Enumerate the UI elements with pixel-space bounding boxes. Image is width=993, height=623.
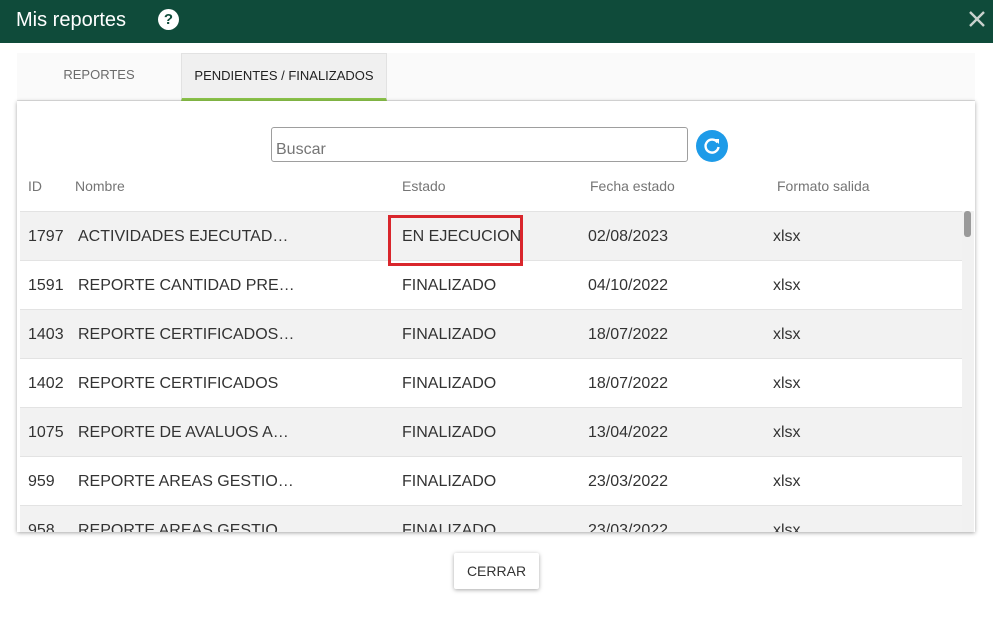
row-date: 18/07/2022 — [588, 375, 669, 392]
row-name: REPORTE AREAS GESTIO… — [78, 473, 294, 490]
row-id: 1075 — [28, 424, 64, 441]
column-header-format[interactable]: Formato salida — [777, 178, 870, 194]
refresh-icon — [704, 138, 720, 154]
row-state: FINALIZADO — [402, 326, 497, 343]
refresh-button[interactable] — [696, 130, 728, 162]
reports-panel: ID Nombre Estado Fecha estado Formato sa… — [17, 101, 975, 532]
row-state: FINALIZADO — [402, 424, 497, 441]
close-button[interactable]: CERRAR — [454, 553, 539, 589]
table-row[interactable]: 1075 REPORTE DE AVALUOS A… FINALIZADO 13… — [20, 407, 962, 456]
row-id: 1797 — [28, 228, 64, 245]
column-header-name[interactable]: Nombre — [75, 178, 125, 194]
row-state: FINALIZADO — [402, 522, 497, 532]
row-name: REPORTE DE AVALUOS A… — [78, 424, 289, 441]
window-title: Mis reportes — [16, 9, 127, 31]
tab-pendientes-finalizados[interactable]: PENDIENTES / FINALIZADOS — [181, 53, 387, 101]
row-format: xlsx — [773, 424, 801, 441]
row-name: REPORTE CANTIDAD PRE… — [78, 277, 295, 294]
row-format: xlsx — [773, 228, 801, 245]
row-state: FINALIZADO — [402, 375, 497, 392]
row-name: REPORTE AREAS GESTIO… — [78, 522, 294, 532]
row-format: xlsx — [773, 277, 801, 294]
table-row[interactable]: 1402 REPORTE CERTIFICADOS FINALIZADO 18/… — [20, 358, 962, 407]
row-state: FINALIZADO — [402, 473, 497, 490]
row-name: ACTIVIDADES EJECUTAD… — [78, 228, 289, 245]
close-icon[interactable] — [966, 6, 988, 32]
title-bar: Mis reportes ? — [0, 0, 993, 43]
row-name: REPORTE CERTIFICADOS — [78, 375, 279, 392]
row-format: xlsx — [773, 473, 801, 490]
row-date: 02/08/2023 — [588, 228, 669, 245]
row-format: xlsx — [773, 522, 801, 532]
row-id: 959 — [28, 473, 55, 490]
tab-bar: REPORTES PENDIENTES / FINALIZADOS — [17, 53, 975, 101]
row-format: xlsx — [773, 375, 801, 392]
table-row[interactable]: 1591 REPORTE CANTIDAD PRE… FINALIZADO 04… — [20, 260, 962, 309]
column-header-id[interactable]: ID — [28, 178, 42, 194]
row-date: 23/03/2022 — [588, 473, 669, 490]
row-date: 13/04/2022 — [588, 424, 669, 441]
scrollbar-thumb[interactable] — [964, 211, 971, 237]
row-id: 1403 — [28, 326, 64, 343]
row-id: 1591 — [28, 277, 64, 294]
highlight-box — [388, 215, 523, 266]
row-date: 23/03/2022 — [588, 522, 669, 532]
table-row[interactable]: 1403 REPORTE CERTIFICADOS… FINALIZADO 18… — [20, 309, 962, 358]
row-date: 18/07/2022 — [588, 326, 669, 343]
tab-reportes[interactable]: REPORTES — [17, 53, 181, 101]
row-date: 04/10/2022 — [588, 277, 669, 294]
table-row[interactable]: 959 REPORTE AREAS GESTIO… FINALIZADO 23/… — [20, 456, 962, 505]
table-scrollbar[interactable] — [962, 211, 974, 532]
table-row[interactable]: 958 REPORTE AREAS GESTIO… FINALIZADO 23/… — [20, 505, 962, 532]
column-header-date[interactable]: Fecha estado — [590, 178, 675, 194]
search-input[interactable] — [271, 127, 688, 162]
question-circle-icon[interactable]: ? — [158, 9, 179, 30]
row-format: xlsx — [773, 326, 801, 343]
row-state: FINALIZADO — [402, 277, 497, 294]
row-id: 958 — [28, 522, 55, 532]
row-name: REPORTE CERTIFICADOS… — [78, 326, 295, 343]
row-id: 1402 — [28, 375, 64, 392]
column-header-state[interactable]: Estado — [402, 178, 446, 194]
